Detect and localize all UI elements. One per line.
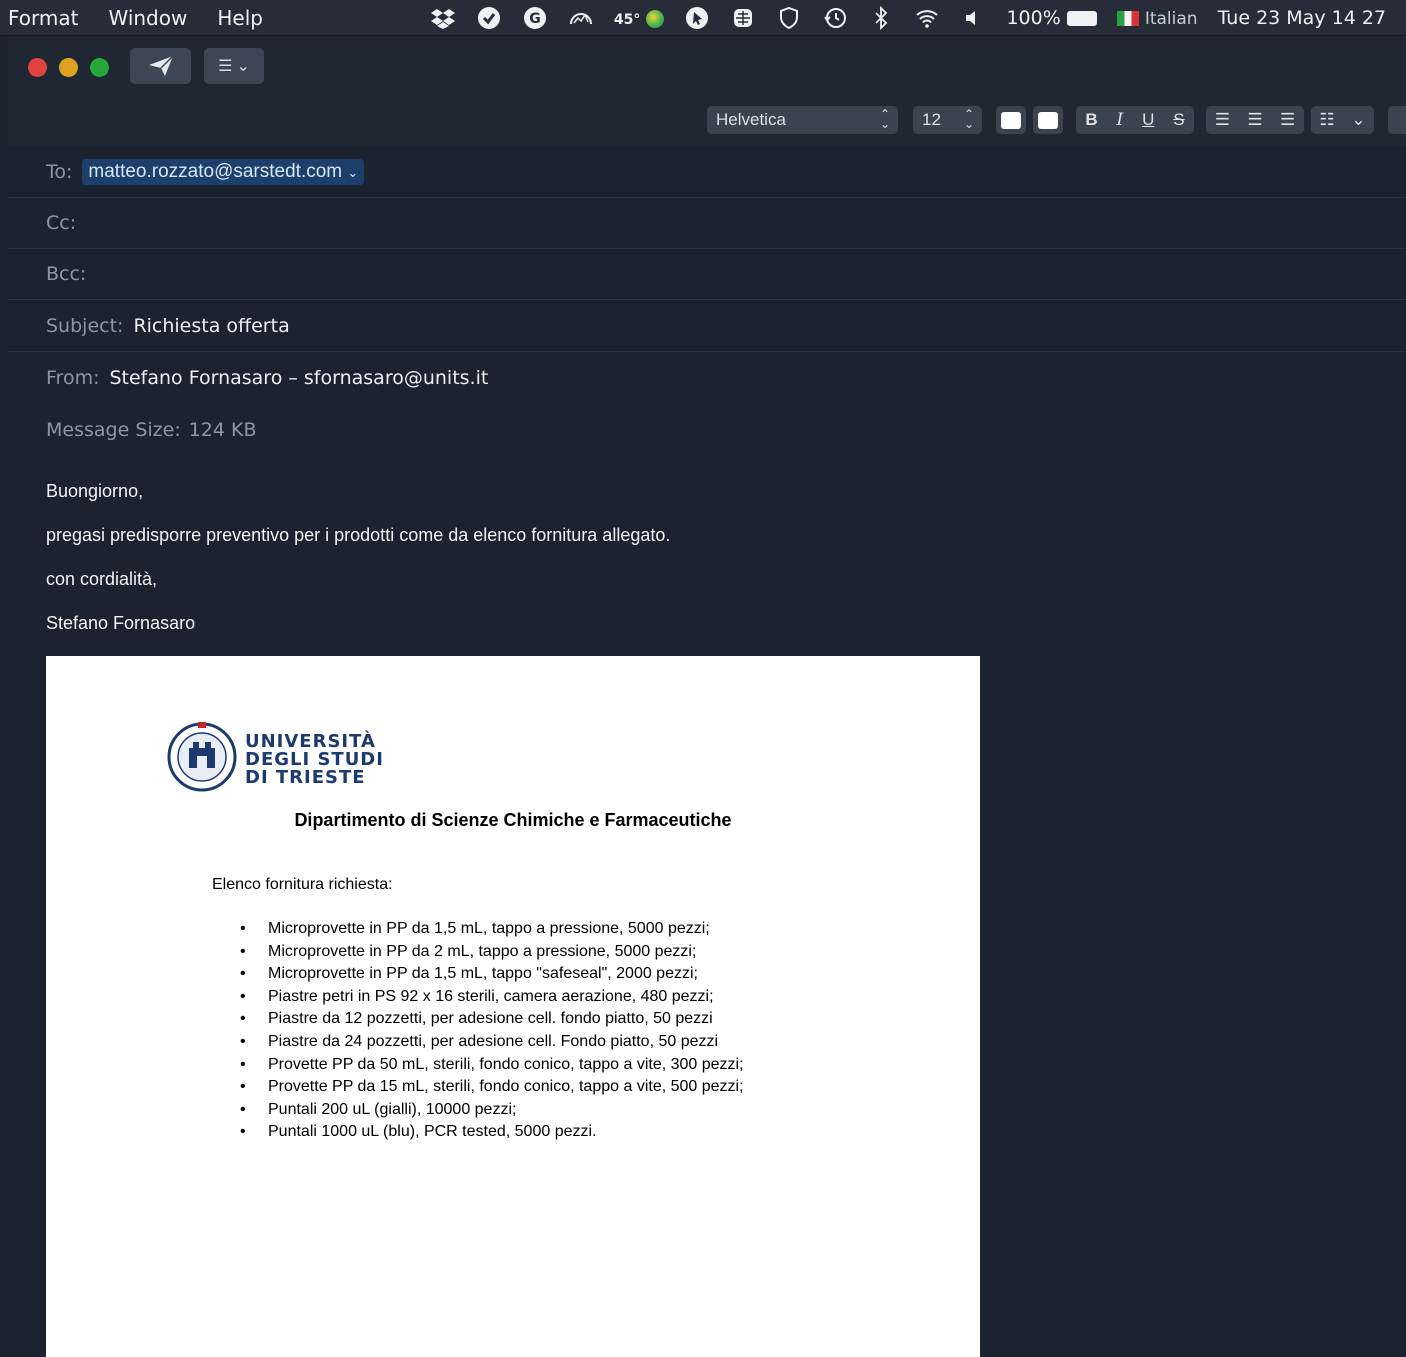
recipient-token[interactable]: matteo.rozzato@sarstedt.com ⌄ [82, 158, 365, 185]
subject-field-row: Subject: Richiesta offerta [8, 300, 1406, 352]
stepper-icon: ⌃ ⌄ [879, 107, 890, 131]
text-style-group: B I U S [1076, 106, 1194, 134]
zoom-window-button[interactable] [90, 58, 109, 77]
from-field-row: From: Stefano Fornasaro – sfornasaro@uni… [8, 352, 1406, 404]
chevron-down-icon: ⌄ [1351, 110, 1366, 129]
recipient-address: matteo.rozzato@sarstedt.com [88, 160, 343, 182]
compose-toolbar: ☰ ⌄ Helvetica ⌃ ⌄ 12 ⌃ ⌄ B I U S ☰ ☰ ☰ ☷ ⌄ [8, 36, 1406, 146]
bcc-label: Bcc: [46, 263, 87, 285]
chevron-down-icon: ⌄ [236, 58, 250, 75]
italian-flag-icon [1116, 11, 1139, 26]
list-icon: ☰ [218, 58, 233, 75]
font-family-value: Helvetica [716, 110, 786, 129]
message-size-value: 124 KB [188, 419, 257, 441]
globe-icon [646, 9, 665, 28]
list-item: Provette PP da 50 mL, sterili, fondo con… [240, 1054, 744, 1077]
to-field-row: To: matteo.rozzato@sarstedt.com ⌄ [8, 146, 1406, 198]
menu-help[interactable]: Help [217, 6, 263, 30]
battery-icon [1066, 11, 1097, 26]
time-machine-icon[interactable] [822, 5, 848, 31]
menu-format[interactable]: Format [8, 6, 78, 30]
italic-button[interactable]: I [1117, 110, 1124, 130]
university-seal-logo [167, 722, 237, 792]
from-label: From: [46, 367, 100, 389]
message-size-row: Message Size: 124 KB [8, 404, 1406, 456]
align-center-icon[interactable]: ☰ [1247, 110, 1262, 130]
list-item: Microprovette in PP da 1,5 mL, tappo "sa… [240, 963, 744, 986]
wifi-icon[interactable] [914, 5, 940, 31]
font-size-select[interactable]: 12 ⌃ ⌄ [913, 106, 982, 134]
list-item: Piastre petri in PS 92 x 16 sterili, cam… [240, 986, 744, 1009]
grammarly-icon[interactable]: G [522, 5, 548, 31]
body-line: con cordialità, [46, 569, 158, 589]
underline-button[interactable]: U [1142, 110, 1154, 130]
message-body[interactable]: Buongiorno, pregasi predisporre preventi… [46, 476, 670, 652]
bulleted-list-icon: ☷ [1319, 110, 1335, 129]
minimize-window-button[interactable] [59, 58, 78, 77]
university-name: UNIVERSITÀ DEGLI STUDI DI TRIESTE [245, 733, 384, 787]
bcc-field-row[interactable]: Bcc: [8, 249, 1406, 300]
menu-window[interactable]: Window [108, 6, 187, 30]
dropbox-icon[interactable] [430, 5, 456, 31]
message-size-label: Message Size: [46, 419, 181, 441]
temperature-readout[interactable]: 45° [614, 7, 665, 29]
input-source[interactable]: Italian [1116, 7, 1198, 29]
indent-button[interactable] [1388, 106, 1406, 134]
list-item: Piastre da 24 pozzetti, per adesione cel… [240, 1031, 744, 1054]
close-window-button[interactable] [28, 58, 47, 77]
list-item: Microprovette in PP da 1,5 mL, tappo a p… [240, 918, 744, 941]
paper-plane-icon [148, 55, 174, 76]
cursor-app-icon[interactable] [684, 5, 710, 31]
font-family-select[interactable]: Helvetica ⌃ ⌄ [707, 106, 898, 134]
align-left-icon[interactable]: ☰ [1215, 110, 1230, 130]
from-select[interactable]: Stefano Fornasaro – sfornasaro@units.it [109, 367, 488, 389]
battery-status[interactable]: 100% [1006, 7, 1097, 29]
cc-label: Cc: [46, 212, 77, 234]
list-item: Puntali 200 uL (gialli), 10000 pezzi; [240, 1099, 744, 1122]
volume-icon[interactable] [960, 5, 986, 31]
university-name-line: DI TRIESTE [245, 767, 366, 788]
checkmark-app-icon[interactable] [476, 5, 502, 31]
chevron-down-icon: ⌄ [347, 164, 359, 180]
menu-bar: Format Window Help G 45° 100% Italian Tu… [0, 0, 1406, 36]
color-swatch [1001, 111, 1021, 129]
stepper-icon: ⌃ ⌄ [963, 107, 974, 131]
subject-label: Subject: [46, 314, 124, 337]
align-right-icon[interactable]: ☰ [1280, 110, 1295, 130]
bluetooth-icon[interactable] [868, 5, 894, 31]
list-item: Microprovette in PP da 2 mL, tappo a pre… [240, 941, 744, 964]
grid-app-icon[interactable] [730, 5, 756, 31]
bold-button[interactable]: B [1085, 110, 1097, 130]
supply-list: Microprovette in PP da 1,5 mL, tappo a p… [240, 918, 744, 1144]
strikethrough-button[interactable]: S [1173, 110, 1184, 130]
alignment-group: ☰ ☰ ☰ [1206, 106, 1304, 134]
svg-text:G: G [529, 11, 541, 27]
attachment-preview[interactable]: UNIVERSITÀ DEGLI STUDI DI TRIESTE Dipart… [46, 656, 980, 1357]
activity-gauge-icon[interactable] [568, 5, 594, 31]
supply-list-heading: Elenco fornitura richiesta: [212, 876, 393, 893]
to-label: To: [46, 160, 73, 183]
list-item: Provette PP da 15 mL, sterili, fondo con… [240, 1076, 744, 1099]
cc-field-row[interactable]: Cc: [8, 198, 1406, 249]
background-color-button[interactable] [1033, 106, 1063, 134]
body-line: Buongiorno, [46, 481, 144, 501]
header-fields-button[interactable]: ☰ ⌄ [204, 48, 264, 84]
department-title: Dipartimento di Scienze Chimiche e Farma… [294, 810, 732, 830]
body-line: Stefano Fornasaro [46, 613, 196, 633]
list-item: Piastre da 12 pozzetti, per adesione cel… [240, 1008, 744, 1031]
font-size-value: 12 [922, 110, 941, 129]
subject-field[interactable]: Richiesta offerta [133, 315, 289, 337]
text-color-button[interactable] [996, 106, 1026, 134]
shield-icon[interactable] [776, 5, 802, 31]
list-format-button[interactable]: ☷ ⌄ [1311, 106, 1374, 134]
send-button[interactable] [130, 48, 191, 84]
list-item: Puntali 1000 uL (blu), PCR tested, 5000 … [240, 1121, 744, 1144]
color-swatch [1038, 111, 1058, 129]
menu-clock[interactable]: Tue 23 May 14 27 [1218, 7, 1386, 29]
body-line: pregasi predisporre preventivo per i pro… [46, 525, 671, 545]
